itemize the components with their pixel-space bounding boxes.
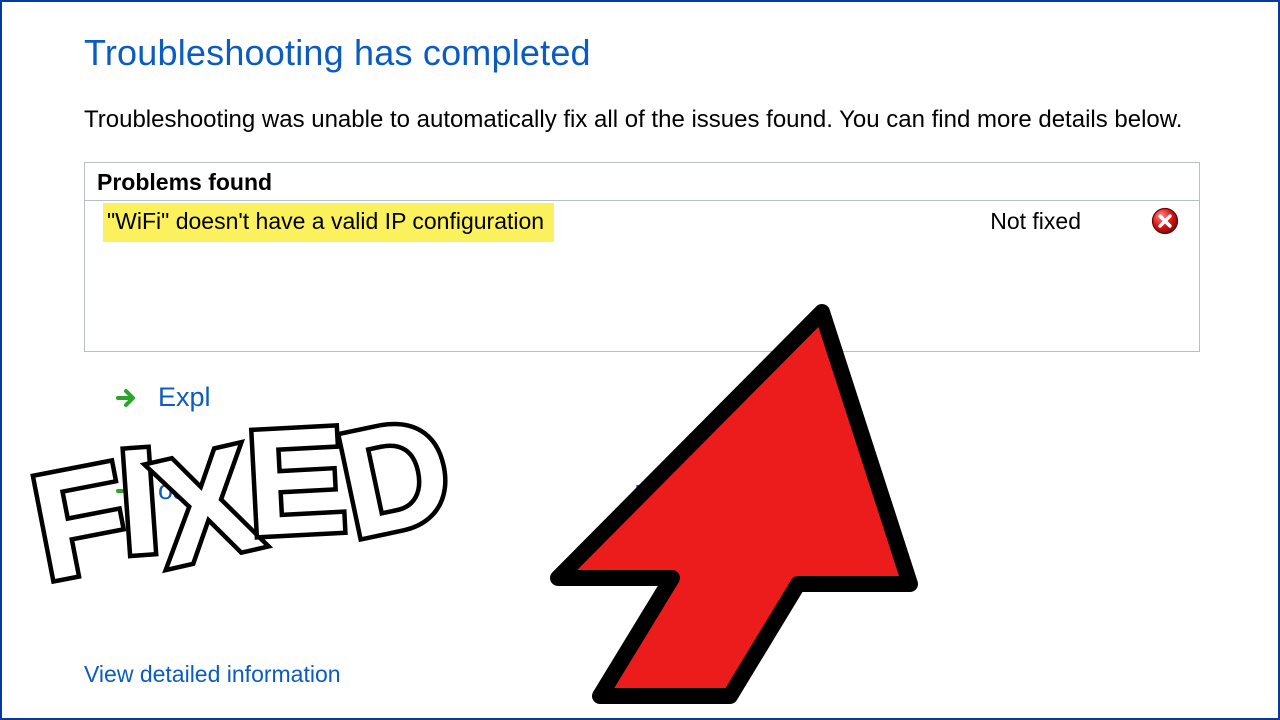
options-list: Expl os r [84, 382, 1200, 506]
option-close[interactable]: os r [112, 475, 1200, 506]
arrow-right-icon [112, 477, 140, 505]
problem-status-wrap: Not fixed [990, 201, 1185, 235]
problem-row[interactable]: "WiFi" doesn't have a valid IP configura… [85, 201, 1199, 351]
content-area: Troubleshooting has completed Troublesho… [2, 2, 1278, 506]
problems-header: Problems found [85, 163, 1199, 201]
view-detailed-information-link[interactable]: View detailed information [84, 661, 341, 688]
troubleshooter-window: Troubleshooting has completed Troublesho… [0, 0, 1280, 720]
option-explore[interactable]: Expl [112, 382, 1200, 413]
page-title: Troubleshooting has completed [84, 32, 1200, 74]
arrow-right-icon [112, 384, 140, 412]
option-close-label-right: r [635, 475, 644, 506]
option-explore-label: Expl [158, 382, 211, 413]
problem-description: "WiFi" doesn't have a valid IP configura… [103, 203, 554, 242]
option-close-label-left: os [158, 475, 187, 506]
error-icon [1151, 207, 1179, 235]
problems-found-box: Problems found "WiFi" doesn't have a val… [84, 162, 1200, 352]
problem-status: Not fixed [990, 208, 1081, 235]
result-summary: Troubleshooting was unable to automatica… [84, 104, 1200, 136]
